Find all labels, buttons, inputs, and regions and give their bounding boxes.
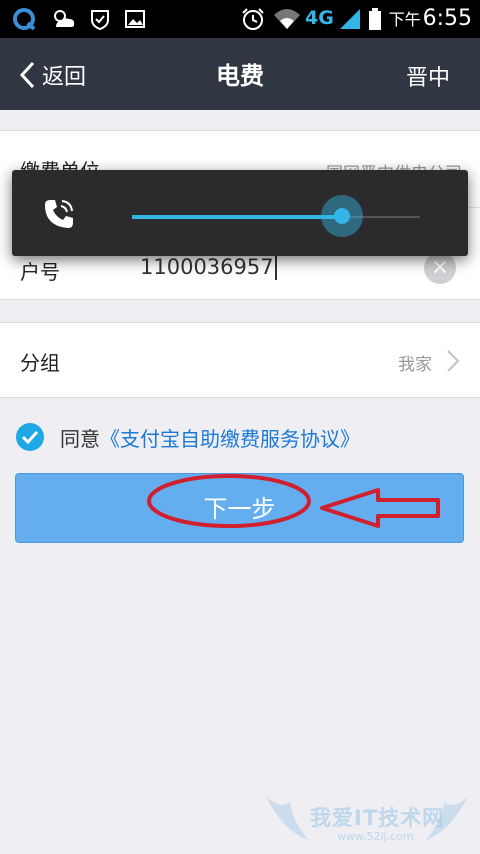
volume-slider-thumb[interactable] <box>321 195 364 237</box>
watermark: 我爱IT技术网 www.52ij.com <box>262 790 472 850</box>
account-label: 户号 <box>20 260 60 284</box>
watermark-text: 我爱IT技术网 <box>310 806 445 830</box>
account-input[interactable]: 1100036957 <box>140 255 277 280</box>
group-row[interactable]: 分组 我家 <box>0 323 480 397</box>
volume-slider-fill <box>132 215 343 219</box>
agreement-row: 同意 《支付宝自助缴费服务协议》 <box>16 421 360 453</box>
group-label: 分组 <box>20 351 60 375</box>
agree-checkbox[interactable] <box>16 423 44 451</box>
check-icon <box>21 430 39 444</box>
clear-icon[interactable]: × <box>424 252 456 284</box>
signal-icon <box>340 9 360 29</box>
nav-bar: 返回 电费 晋中 <box>0 38 480 110</box>
alarm-icon <box>242 8 264 30</box>
phone-icon <box>45 200 73 228</box>
wifi-icon <box>274 9 300 29</box>
volume-dialog <box>12 170 468 256</box>
battery-icon <box>369 8 381 30</box>
watermark-url: www.52ij.com <box>337 830 414 843</box>
group-value: 我家 <box>398 355 432 375</box>
clock: 下午6:55 <box>388 6 472 31</box>
status-bar: 4G 下午6:55 <box>0 0 480 38</box>
volume-slider[interactable] <box>132 195 420 237</box>
group-card: 分组 我家 <box>0 322 480 398</box>
text-cursor <box>274 256 277 280</box>
app-q-icon <box>13 8 36 31</box>
agree-text: 同意 <box>60 426 100 451</box>
back-label: 返回 <box>42 65 87 90</box>
region-selector[interactable]: 晋中 <box>406 60 450 92</box>
chevron-right-icon <box>447 350 460 372</box>
network-type: 4G <box>305 7 334 29</box>
image-icon <box>125 10 145 28</box>
agreement-link[interactable]: 《支付宝自助缴费服务协议》 <box>100 423 360 452</box>
chevron-left-icon <box>19 61 35 89</box>
weather-icon <box>54 10 75 27</box>
next-button[interactable]: 下一步 <box>15 473 464 543</box>
back-button[interactable]: 返回 <box>18 58 86 92</box>
shield-check-icon <box>91 10 109 31</box>
